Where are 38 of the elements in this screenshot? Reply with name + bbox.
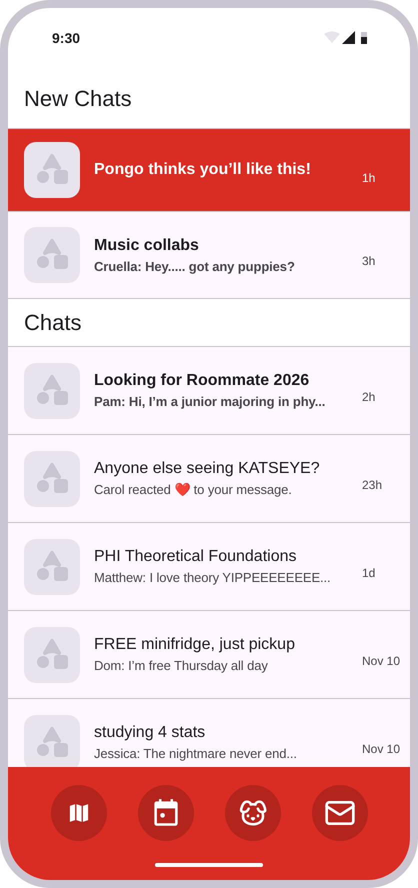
status-icons — [324, 31, 370, 45]
avatar-placeholder — [24, 450, 80, 506]
chat-row[interactable]: studying 4 stats Jessica: The nightmare never end... Nov 10 — [8, 699, 410, 767]
chat-row[interactable]: PHI Theoretical Foundations Matthew: I love theory YIPPEEEEEEEE... 1d — [8, 523, 410, 611]
chat-time: 3h — [362, 254, 376, 268]
chat-time: 2h — [362, 390, 376, 404]
chat-time: 23h — [362, 478, 384, 492]
chat-title: Pongo thinks you’ll like this! — [94, 161, 312, 179]
chat-preview: Jessica: The nightmare never end... — [94, 746, 298, 761]
chat-preview: Matthew: I love theory YIPPEEEEEEEE... — [94, 570, 332, 585]
chat-row[interactable]: Pongo thinks you’ll like this! 1h — [8, 129, 410, 212]
chat-row[interactable]: Looking for Roommate 2026 Pam: Hi, I’m a junior majoring in phy... 2h — [8, 347, 410, 435]
chat-row[interactable]: Anyone else seeing KATSEYE? Carol reacted ❤ to your message. 23h — [8, 435, 410, 523]
avatar-placeholder — [24, 714, 80, 767]
chat-row[interactable]: FREE minifridge, just pickup Dom: I’m free Thursday all day Nov 10 — [8, 611, 410, 699]
dog-icon — [238, 798, 268, 828]
chat-time: Nov 10 — [362, 654, 402, 668]
chat-row[interactable]: Music collabs Cruella: Hey..... got any puppies? 3h — [8, 212, 410, 299]
avatar-placeholder — [24, 142, 80, 198]
chat-time: Nov 10 — [362, 742, 402, 756]
chat-preview: Pam: Hi, I’m a junior majoring in phy... — [94, 394, 326, 409]
chat-title: PHI Theoretical Foundations — [94, 548, 298, 566]
chat-preview: Carol reacted ❤ to your message. — [94, 482, 293, 497]
calendar-icon — [152, 798, 180, 828]
chat-preview: Cruella: Hey..... got any puppies? — [94, 258, 296, 274]
chat-time: 1d — [362, 566, 376, 580]
chat-title: Music collabs — [94, 236, 200, 254]
avatar-placeholder — [24, 538, 80, 594]
avatar-placeholder — [24, 626, 80, 682]
avatar-placeholder — [24, 227, 80, 283]
chat-title: studying 4 stats — [94, 724, 206, 742]
chat-title: FREE minifridge, just pickup — [94, 636, 296, 654]
chat-preview: Dom: I’m free Thursday all day — [94, 658, 269, 673]
status-time: 9:30 — [52, 30, 80, 46]
chat-title: Looking for Roommate 2026 — [94, 372, 310, 390]
chat-time: 1h — [362, 171, 376, 185]
chat-title: Anyone else seeing KATSEYE? — [94, 460, 321, 478]
avatar-placeholder — [24, 362, 80, 418]
